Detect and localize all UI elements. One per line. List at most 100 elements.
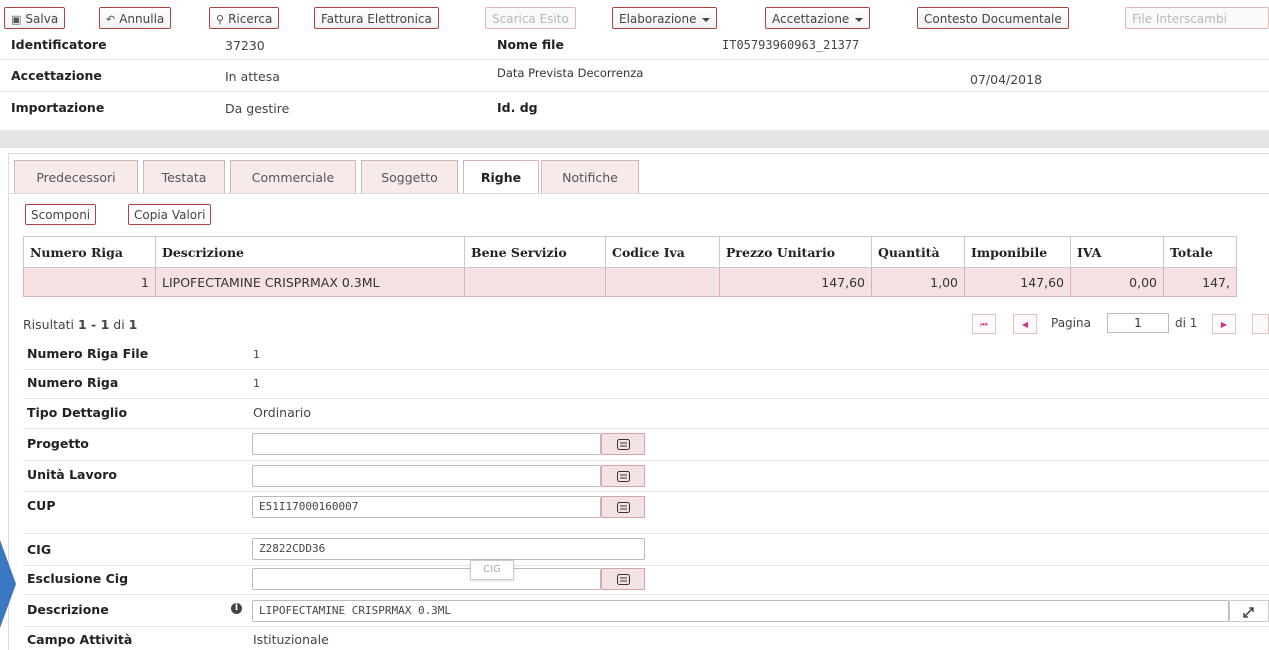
copy-values-button[interactable]: Copia Valori [128,204,212,225]
last-page-button[interactable] [1252,314,1269,334]
column-header[interactable]: Numero Riga [23,236,156,268]
cell-imponibile: 147,60 [964,267,1071,297]
progetto-label: Progetto [27,436,89,451]
expand-button[interactable] [1229,600,1269,622]
column-header[interactable]: IVA [1070,236,1164,268]
column-header[interactable]: Bene Servizio [464,236,606,268]
column-header[interactable]: Descrizione [155,236,465,268]
divider [23,565,1269,566]
undo-button[interactable]: ↶ Annulla [99,7,172,29]
unita-lavoro-lookup-button[interactable] [601,465,645,487]
pointer-arrow-icon [0,540,16,628]
esclusione-cig-label: Esclusione Cig [27,571,129,586]
column-header[interactable]: Imponibile [964,236,1071,268]
descrizione-label: Descrizione [27,602,109,617]
divider [23,626,1269,627]
expected-date-value: 07/04/2018 [970,72,1043,87]
list-icon [617,471,630,482]
tab-righe[interactable]: Righe [463,160,539,194]
import-label: Importazione [11,100,105,115]
list-icon [617,574,630,585]
tab-commerciale[interactable]: Commerciale [230,160,356,193]
column-header[interactable]: Prezzo Unitario [719,236,872,268]
expand-icon [1243,607,1254,618]
caret-down-icon [702,17,711,22]
tab-testata[interactable]: Testata [143,160,225,193]
page-count: di 1 [1175,316,1198,330]
cig-input[interactable]: Z2822CDD36 [252,538,645,560]
divider [23,369,1269,370]
divider [23,533,1269,534]
results-to: 1 [100,317,110,332]
split-button[interactable]: Scomponi [25,204,97,225]
interchange-files-button[interactable]: File Interscambi [1125,7,1269,29]
cup-lookup-button[interactable] [601,496,645,518]
campo-attivita-value: Istituzionale [253,632,329,647]
results-prefix: Risultati [23,317,78,332]
results-total: 1 [128,317,138,332]
filename-label: Nome file [497,37,564,52]
cell-quantita: 1,00 [871,267,965,297]
previous-page-button[interactable]: ◀ [1013,314,1037,334]
esclusione-cig-lookup-button[interactable] [601,568,645,590]
cell-numero-riga: 1 [23,267,156,297]
list-icon [617,502,630,513]
cell-prezzo-unitario: 147,60 [719,267,872,297]
info-icon[interactable]: i [231,603,242,614]
numero-riga-file-value: 1 [253,348,260,361]
processing-dropdown[interactable]: Elaborazione [612,7,718,29]
tab-notifiche[interactable]: Notifiche [541,160,639,193]
electronic-invoice-label: Fattura Elettronica [321,12,432,26]
progetto-input[interactable] [252,433,601,455]
tab-predecessori[interactable]: Predecessori [14,160,138,193]
search-button[interactable]: ⚲ Ricerca [209,7,280,29]
tipo-dettaglio-label: Tipo Dettaglio [27,405,128,420]
tab-label: Commerciale [251,170,335,185]
next-page-button[interactable]: ▶ [1212,314,1236,334]
download-outcome-label: Scarica Esito [492,12,569,26]
cup-input[interactable]: E51I17000160007 [252,496,601,518]
divider [0,91,1269,92]
descrizione-input[interactable]: LIPOFECTAMINE CRISPRMAX 0.3ML [252,600,1229,622]
document-context-button[interactable]: Contesto Documentale [917,7,1069,29]
tab-soggetto[interactable]: Soggetto [361,160,458,193]
column-header[interactable]: Totale [1163,236,1237,268]
tab-label: Notifiche [562,170,618,185]
column-header[interactable]: Quantità [871,236,965,268]
cig-label: CIG [27,542,52,557]
split-label: Scomponi [31,208,91,222]
unita-lavoro-label: Unità Lavoro [27,467,117,482]
esclusione-cig-input[interactable] [252,568,601,590]
column-header[interactable]: Codice Iva [605,236,720,268]
results-from: 1 [77,317,87,332]
table-row[interactable]: 1 LIPOFECTAMINE CRISPRMAX 0.3ML 147,60 1… [23,267,1237,297]
save-button[interactable]: ▣ Salva [4,7,66,29]
document-context-label: Contesto Documentale [924,12,1062,26]
numero-riga-value: 1 [253,377,260,390]
interchange-files-label: File Interscambi [1132,12,1227,26]
cell-codice-iva [605,267,720,297]
results-di: di [109,317,129,332]
acceptance-status-label: Accettazione [11,68,102,83]
electronic-invoice-button[interactable]: Fattura Elettronica [314,7,439,29]
acceptance-dropdown[interactable]: Accettazione [765,7,871,29]
divider [23,491,1269,492]
results-summary: Risultati 1 - 1 di 1 [23,317,137,332]
unita-lavoro-input[interactable] [252,465,601,487]
download-outcome-button[interactable]: Scarica Esito [485,7,576,29]
divider [23,460,1269,461]
tab-underline [8,193,1269,194]
first-page-button[interactable]: ⏮ [972,314,996,334]
cup-label: CUP [27,498,56,513]
acceptance-label: Accettazione [772,12,850,26]
save-label: Salva [25,12,59,26]
numero-riga-label: Numero Riga [27,375,119,390]
tab-label: Soggetto [381,170,438,185]
progetto-lookup-button[interactable] [601,433,645,455]
filename-value: IT05793960963_21377 [722,38,860,52]
cell-totale: 147, [1163,267,1237,297]
page-input[interactable]: 1 [1107,313,1169,333]
numero-riga-file-label: Numero Riga File [27,346,149,361]
search-label: Ricerca [228,12,273,26]
rows-table: Numero Riga Descrizione Bene Servizio Co… [23,236,1237,297]
